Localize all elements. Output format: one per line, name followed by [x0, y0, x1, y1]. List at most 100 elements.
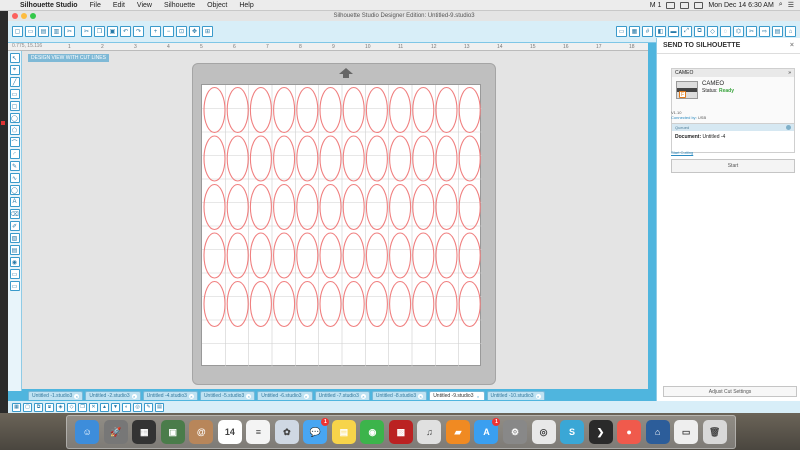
- menu-object[interactable]: Object: [201, 2, 233, 9]
- preview-icon[interactable]: ▣: [160, 420, 185, 444]
- deselect-icon[interactable]: ▢: [23, 402, 32, 412]
- messages-icon[interactable]: 💬 1: [303, 418, 330, 444]
- replicate-icon[interactable]: ⧉: [694, 26, 705, 37]
- appstore-icon[interactable]: A1: [474, 418, 501, 444]
- store-icon[interactable]: ⌂: [785, 26, 796, 37]
- regular-polygon-tool-icon[interactable]: ◯: [9, 185, 20, 195]
- registration-icon[interactable]: ▦: [629, 26, 640, 37]
- system-preferences-icon[interactable]: ⚙: [502, 420, 527, 444]
- offset-icon[interactable]: ◌: [720, 26, 731, 37]
- cut-ellipse[interactable]: [296, 183, 319, 231]
- curve-tool-icon[interactable]: ⌒: [9, 137, 20, 147]
- terminal-icon[interactable]: ❯: [588, 420, 613, 444]
- point-edit-tool-icon[interactable]: ⌖: [9, 65, 20, 75]
- ellipse-tool-icon[interactable]: ◯: [9, 113, 20, 123]
- select-tool-icon[interactable]: ↖: [9, 53, 20, 63]
- media-sheet[interactable]: [201, 84, 482, 367]
- send-icon[interactable]: ✂: [64, 26, 75, 37]
- notification-center-icon[interactable]: ☰: [788, 1, 794, 9]
- undo-icon[interactable]: ↶: [120, 26, 131, 37]
- finder-icon[interactable]: ☺: [75, 420, 100, 444]
- tab-close-icon[interactable]: ×: [246, 393, 252, 399]
- document-tab[interactable]: Untitled -10.studio3 ×: [486, 391, 545, 400]
- cut-ellipse[interactable]: [226, 183, 249, 231]
- ungroup-icon[interactable]: ⧈: [45, 402, 54, 412]
- cut-icon[interactable]: ✂: [81, 26, 92, 37]
- cut-ellipse[interactable]: [412, 183, 435, 231]
- cut-ellipse[interactable]: [203, 135, 226, 182]
- duplicate-icon[interactable]: ❐: [78, 402, 87, 412]
- cut-ellipse[interactable]: [203, 232, 226, 279]
- ellipse-grid[interactable]: [202, 85, 482, 367]
- itunes-icon[interactable]: ♫: [417, 420, 442, 444]
- weld-icon[interactable]: ◐: [122, 402, 131, 412]
- cut-ellipse[interactable]: [412, 86, 435, 134]
- cut-ellipse[interactable]: [249, 232, 272, 279]
- document-tab[interactable]: Untitled -6.studio3 ×: [257, 391, 313, 400]
- cut-ellipse[interactable]: [458, 183, 481, 231]
- cut-ellipse[interactable]: [249, 135, 272, 182]
- document-tab[interactable]: Untitled -1.studio3 ×: [28, 391, 84, 400]
- document-tab[interactable]: Untitled -5.studio3 ×: [199, 391, 256, 400]
- cut-ellipse[interactable]: [412, 232, 435, 279]
- cut-ellipse[interactable]: [226, 86, 249, 134]
- zoom-out-icon[interactable]: −: [163, 26, 174, 37]
- cut-ellipse[interactable]: [296, 232, 319, 279]
- tab-close-icon[interactable]: ×: [475, 393, 481, 399]
- cut-ellipse[interactable]: [226, 232, 249, 279]
- cut-ellipse[interactable]: [365, 232, 388, 279]
- eraser-tool-icon[interactable]: ⌫: [9, 209, 20, 219]
- trace-quick-icon[interactable]: ✎: [144, 402, 153, 412]
- fit-page-icon[interactable]: ⊞: [202, 26, 213, 37]
- cut-ellipse[interactable]: [365, 183, 388, 231]
- cut-ellipse[interactable]: [342, 86, 365, 134]
- knife-tool-icon[interactable]: ✐: [9, 221, 20, 231]
- trace-icon[interactable]: ⌬: [733, 26, 744, 37]
- tab-close-icon[interactable]: ×: [131, 393, 137, 399]
- wifi-icon[interactable]: [680, 1, 690, 9]
- start-button[interactable]: Start: [671, 159, 795, 173]
- volume-icon[interactable]: [694, 1, 704, 9]
- cut-ellipse[interactable]: [249, 86, 272, 134]
- launchpad-icon[interactable]: 🚀: [103, 420, 128, 444]
- facetime-icon[interactable]: ◉: [360, 420, 385, 444]
- chrome-icon[interactable]: ◎: [531, 420, 556, 444]
- battery-icon[interactable]: [666, 1, 676, 9]
- send-back-icon[interactable]: ▼: [111, 402, 120, 412]
- cut-ellipse[interactable]: [296, 135, 319, 182]
- calendar-icon[interactable]: 14: [217, 420, 242, 444]
- library-icon[interactable]: ▤: [772, 26, 783, 37]
- stickies-icon[interactable]: ▤: [331, 420, 356, 444]
- cut-ellipse[interactable]: [319, 86, 342, 134]
- tab-close-icon[interactable]: ×: [535, 393, 541, 399]
- tab-close-icon[interactable]: ×: [303, 393, 309, 399]
- layers-icon[interactable]: ▤: [155, 402, 164, 412]
- cut-ellipse[interactable]: [458, 86, 481, 134]
- cut-ellipse[interactable]: [342, 135, 365, 182]
- remote-icon[interactable]: ⌂: [645, 420, 670, 444]
- document-tab[interactable]: Untitled -7.studio3 ×: [314, 391, 370, 400]
- cut-settings-icon[interactable]: ✂: [746, 26, 757, 37]
- cut-ellipse[interactable]: [435, 86, 458, 134]
- tab-close-icon[interactable]: ×: [360, 393, 366, 399]
- store-panel-icon[interactable]: ◉: [9, 257, 20, 267]
- app-icon[interactable]: ●: [617, 420, 642, 444]
- library-panel-icon[interactable]: ▤: [9, 245, 20, 255]
- cut-ellipse[interactable]: [458, 135, 481, 182]
- start-cutting-link[interactable]: Start Cutting: [671, 150, 693, 155]
- cut-ellipse[interactable]: [389, 232, 412, 279]
- rounded-rect-tool-icon[interactable]: ▢: [9, 101, 20, 111]
- trash-icon[interactable]: 🗑: [702, 420, 727, 444]
- redo-icon[interactable]: ↷: [133, 26, 144, 37]
- menubar-clock[interactable]: Mon Dec 14 6:30 AM: [708, 2, 773, 9]
- cut-ellipse[interactable]: [342, 183, 365, 231]
- line-icon[interactable]: ▬: [668, 26, 679, 37]
- device-expand-icon[interactable]: »: [788, 70, 791, 76]
- mission-control-icon[interactable]: ▦: [132, 420, 157, 444]
- grid-icon[interactable]: #: [642, 26, 653, 37]
- line-tool-icon[interactable]: ╱: [9, 77, 20, 87]
- cut-ellipse[interactable]: [249, 183, 272, 231]
- keyboard-status[interactable]: M 1: [650, 2, 662, 9]
- release-compound-icon[interactable]: ◇: [67, 402, 76, 412]
- menu-file[interactable]: File: [84, 2, 107, 9]
